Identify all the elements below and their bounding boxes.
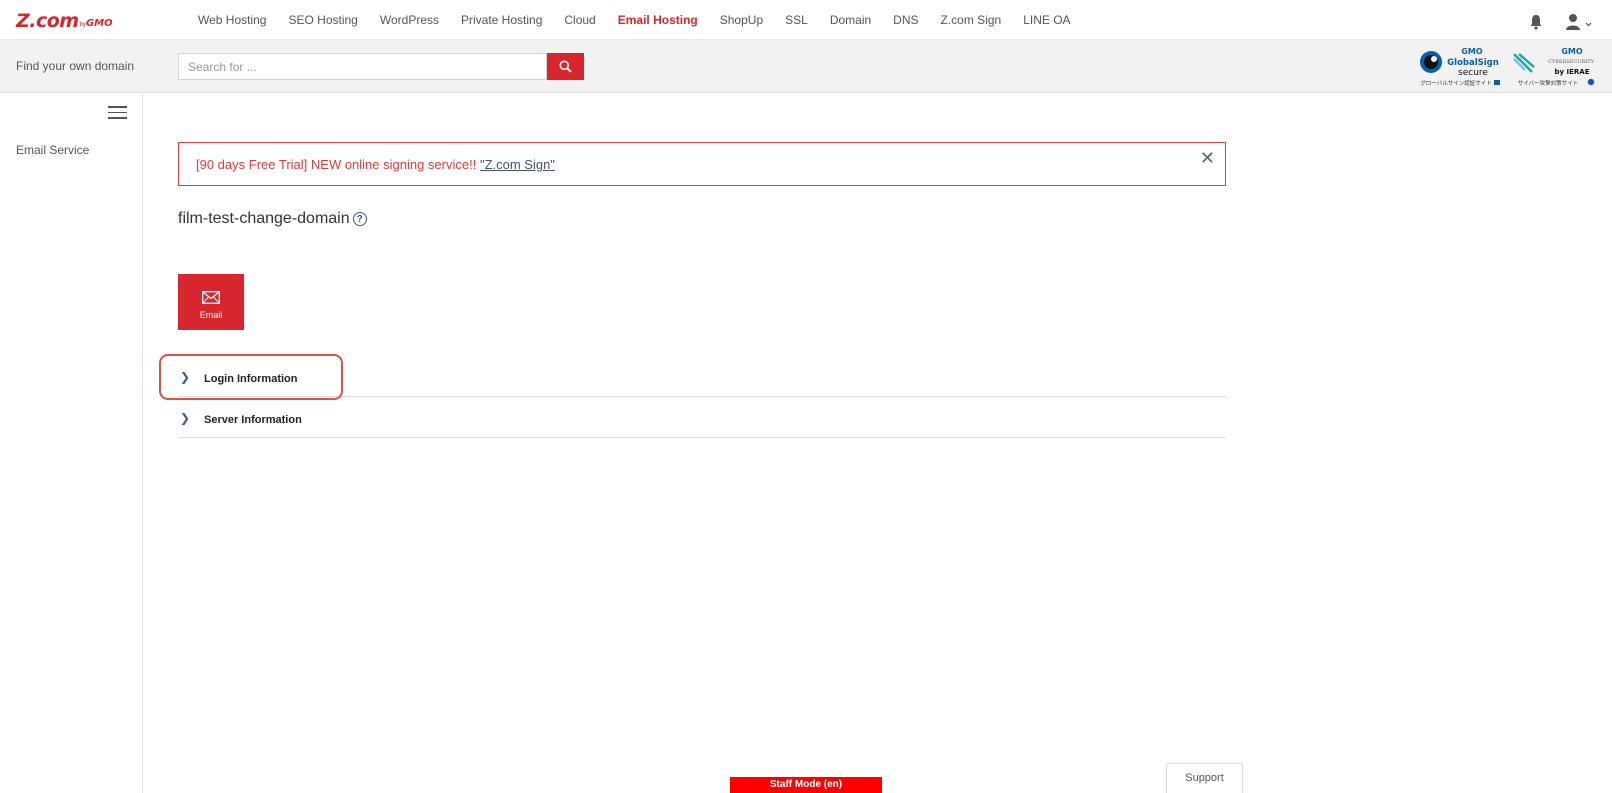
main-nav: Web Hosting SEO Hosting WordPress Privat… bbox=[198, 0, 1093, 40]
badge2-top: GMO bbox=[1561, 47, 1583, 56]
bell-icon[interactable] bbox=[1529, 14, 1543, 30]
email-tile-button[interactable]: Email bbox=[178, 274, 244, 330]
find-domain-label: Find your own domain bbox=[16, 59, 135, 73]
top-navigation-bar: Z.com by GMO Web Hosting SEO Hosting Wor… bbox=[0, 0, 1612, 40]
badge1-caption: グローバルサイン認証サイト bbox=[1420, 79, 1491, 87]
hamburger-menu-icon[interactable] bbox=[108, 106, 127, 119]
badge2-line1: CYBERSECURITY bbox=[1548, 59, 1594, 65]
nav-item-line-oa[interactable]: LINE OA bbox=[1023, 13, 1070, 27]
badge1-line1: GlobalSign bbox=[1447, 58, 1499, 68]
nav-item-dns[interactable]: DNS bbox=[893, 13, 918, 27]
staff-mode-badge: Staff Mode (en) bbox=[730, 777, 882, 793]
banner-zcom-sign-link[interactable]: "Z.com Sign" bbox=[480, 157, 555, 172]
zcom-logo[interactable]: Z.com by GMO bbox=[16, 9, 113, 31]
badge1-top: GMO bbox=[1461, 47, 1483, 56]
badge1-line2: secure bbox=[1458, 68, 1488, 78]
banner-text: [90 days Free Trial] NEW online signing … bbox=[196, 157, 555, 172]
badge2-line2: by IERAE bbox=[1555, 68, 1590, 76]
nav-item-ssl[interactable]: SSL bbox=[785, 13, 808, 27]
nav-item-private-hosting[interactable]: Private Hosting bbox=[461, 13, 542, 27]
domain-name: film-test-change-domain bbox=[178, 210, 350, 227]
nav-item-email-hosting[interactable]: Email Hosting bbox=[618, 13, 698, 27]
user-icon[interactable] bbox=[1565, 13, 1593, 31]
nav-item-domain[interactable]: Domain bbox=[830, 13, 871, 27]
search-icon bbox=[559, 60, 572, 73]
email-tile-label: Email bbox=[199, 310, 223, 320]
nav-item-wordpress[interactable]: WordPress bbox=[380, 13, 439, 27]
badge2-caption: サイバー攻撃対策サイト bbox=[1518, 79, 1578, 87]
domain-search-input[interactable] bbox=[178, 53, 547, 80]
nav-item-seo-hosting[interactable]: SEO Hosting bbox=[288, 13, 357, 27]
gmo-cybersecurity-badge[interactable]: GMO CYBERSECURITY by IERAE サイバー攻撃対策サイト bbox=[1510, 45, 1596, 89]
accordion-label: Server Information bbox=[204, 414, 302, 426]
envelope-icon bbox=[202, 291, 220, 304]
nav-item-shopup[interactable]: ShopUp bbox=[720, 13, 763, 27]
support-button[interactable]: Support bbox=[1166, 763, 1243, 793]
nav-item-web-hosting[interactable]: Web Hosting bbox=[198, 13, 266, 27]
domain-search-bar: Find your own domain GMO GlobalSign secu… bbox=[0, 40, 1612, 93]
page-title: film-test-change-domain ? bbox=[178, 210, 367, 228]
logo-main: Z.com bbox=[16, 10, 79, 32]
nav-item-cloud[interactable]: Cloud bbox=[564, 13, 595, 27]
close-icon[interactable]: ✕ bbox=[1200, 149, 1215, 167]
accordion-server-information[interactable]: ❯ Server Information bbox=[178, 397, 1226, 438]
promo-banner: [90 days Free Trial] NEW online signing … bbox=[178, 142, 1226, 186]
chevron-right-icon: ❯ bbox=[180, 411, 191, 425]
sidebar: Email Service bbox=[0, 94, 143, 793]
highlight-annotation-box bbox=[159, 354, 343, 400]
search-button[interactable] bbox=[547, 53, 584, 80]
logo-gmo: GMO bbox=[85, 18, 113, 29]
banner-message: [90 days Free Trial] NEW online signing … bbox=[196, 157, 480, 172]
globalsign-secure-badge[interactable]: GMO GlobalSign secure グローバルサイン認証サイト bbox=[1418, 45, 1503, 89]
sidebar-item-email-service[interactable]: Email Service bbox=[16, 143, 89, 157]
nav-item-zcom-sign[interactable]: Z.com Sign bbox=[941, 13, 1002, 27]
help-icon[interactable]: ? bbox=[352, 212, 367, 226]
